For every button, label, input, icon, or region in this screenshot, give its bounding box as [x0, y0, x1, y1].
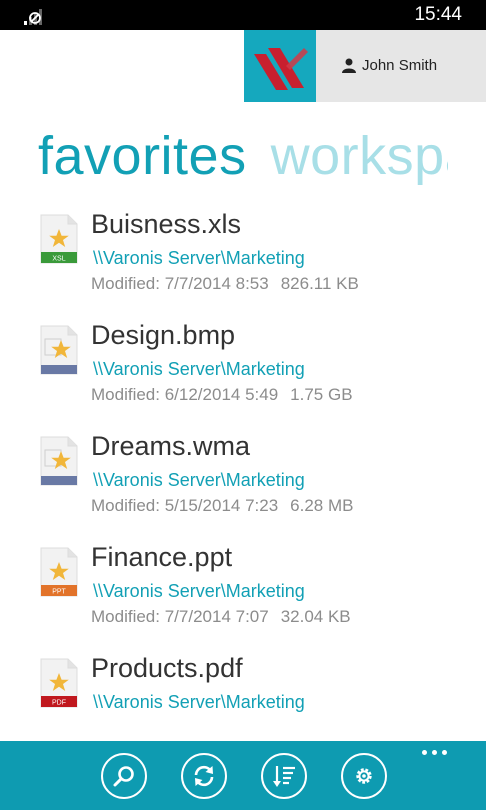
more-icon[interactable] [420, 745, 450, 759]
gear-icon [356, 768, 372, 784]
file-name: Design.bmp [91, 320, 236, 350]
modified-date: 6/12/2014 5:49 [164, 385, 279, 404]
pivot-header: favorites workspaces [38, 124, 448, 194]
file-meta: Modified: 7/7/2014 8:53 826.11 KB [91, 274, 359, 294]
powerpoint-file-favorite-icon: PPT [40, 547, 78, 597]
file-name: Products.pdf [91, 653, 243, 683]
modified-label: Modified: [91, 274, 160, 293]
user-name-label: John Smith [362, 57, 438, 74]
file-path: \\Varonis Server\Marketing [93, 248, 305, 268]
account-panel[interactable]: John Smith [244, 30, 486, 102]
file-name: Dreams.wma [91, 431, 251, 461]
search-icon [113, 766, 134, 787]
file-meta: Modified: 7/7/2014 7:07 32.04 KB [91, 607, 351, 627]
file-type-badge [41, 476, 77, 485]
file-type-label: PPT [52, 589, 66, 596]
list-item[interactable]: Design.bmp \\Varonis Server\Marketing Mo… [0, 317, 486, 428]
clock: 15:44 [414, 4, 462, 25]
refresh-button[interactable] [181, 753, 227, 799]
list-item[interactable]: Dreams.wma \\Varonis Server\Marketing Mo… [0, 428, 486, 539]
file-type-badge [41, 365, 77, 374]
list-item[interactable]: PPT Finance.ppt \\Varonis Server\Marketi… [0, 539, 486, 650]
audio-file-favorite-icon [40, 436, 78, 486]
modified-date: 7/7/2014 7:07 [164, 607, 269, 626]
modified-date: 7/7/2014 8:53 [164, 274, 269, 293]
file-name: Finance.ppt [91, 542, 233, 572]
modified-label: Modified: [91, 496, 160, 515]
file-path: \\Varonis Server\Marketing [93, 470, 305, 490]
file-size: 6.28 MB [290, 496, 354, 515]
varonis-logo-icon [244, 30, 316, 102]
signal-icon [24, 9, 42, 25]
modified-date: 5/15/2014 7:23 [164, 496, 279, 515]
sort-icon [273, 766, 295, 787]
status-bar: 15:44 [0, 0, 486, 30]
file-name: Buisness.xls [91, 209, 242, 239]
list-item[interactable]: XSL Buisness.xls \\Varonis Server\Market… [0, 206, 486, 317]
file-type-label: PDF [52, 700, 66, 707]
file-path: \\Varonis Server\Marketing [93, 692, 305, 712]
modified-label: Modified: [91, 607, 160, 626]
file-meta: Modified: 6/12/2014 5:49 1.75 GB [91, 385, 353, 405]
sort-button[interactable] [261, 753, 307, 799]
file-size: 826.11 KB [280, 274, 359, 293]
settings-button[interactable] [341, 753, 387, 799]
file-meta: Modified: 5/15/2014 7:23 6.28 MB [91, 496, 353, 516]
file-path: \\Varonis Server\Marketing [93, 581, 305, 601]
refresh-icon [194, 765, 214, 787]
tab-favorites[interactable]: favorites [38, 124, 247, 188]
file-path: \\Varonis Server\Marketing [93, 359, 305, 379]
pdf-file-favorite-icon: PDF [40, 658, 78, 708]
excel-file-favorite-icon: XSL [40, 214, 78, 264]
app-bar [0, 741, 486, 810]
file-type-label: XSL [52, 256, 65, 263]
file-list: XSL Buisness.xls \\Varonis Server\Market… [0, 206, 486, 761]
person-icon [342, 58, 356, 73]
search-button[interactable] [101, 753, 147, 799]
file-size: 32.04 KB [280, 607, 351, 626]
user-name[interactable]: John Smith [342, 57, 437, 74]
image-file-favorite-icon [40, 325, 78, 375]
file-size: 1.75 GB [290, 385, 353, 404]
tab-workspaces[interactable]: workspaces [271, 124, 448, 188]
modified-label: Modified: [91, 385, 160, 404]
